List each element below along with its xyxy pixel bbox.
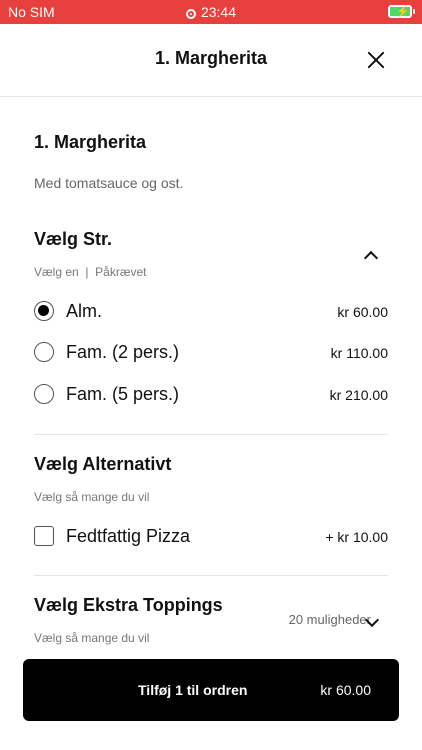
option-label: Fam. (2 pers.) <box>66 342 180 362</box>
option-price: kr 210.00 <box>329 387 388 403</box>
alternative-option-fedtfattig[interactable]: Fedtfattig Pizza + kr 10.00 <box>34 523 388 551</box>
size-section-title: Vælg Str. <box>34 229 113 249</box>
option-price: kr 110.00 <box>330 345 388 361</box>
section-divider <box>34 575 388 576</box>
toppings-count: 20 muligheder <box>288 612 371 627</box>
checkbox-unchecked[interactable] <box>34 526 54 546</box>
radio-selected[interactable] <box>34 301 54 321</box>
toppings-section-meta: Vælg så mange du vil <box>34 631 150 645</box>
add-to-order-price: kr 60.00 <box>320 682 371 698</box>
radio-unselected[interactable] <box>34 384 54 404</box>
modal-header: 1. Margherita <box>0 24 422 97</box>
radio-unselected[interactable] <box>34 342 54 362</box>
size-section-meta: Vælg en | Påkrævet <box>34 265 147 279</box>
option-label: Fam. (5 pers.) <box>66 384 180 404</box>
size-option-alm[interactable]: Alm. kr 60.00 <box>34 298 388 326</box>
item-title: 1. Margherita <box>34 132 147 152</box>
alternative-section-meta: Vælg så mange du vil <box>34 490 150 504</box>
option-price: + kr 10.00 <box>325 529 388 545</box>
option-price: kr 60.00 <box>337 304 388 320</box>
add-to-order-label: Tilføj 1 til ordren <box>138 682 248 698</box>
screen-recording-icon <box>185 9 196 19</box>
status-time: 23:44 <box>200 4 237 20</box>
modal-title: 1. Margherita <box>154 48 268 68</box>
add-to-order-button[interactable]: Tilføj 1 til ordren kr 60.00 <box>23 659 399 721</box>
chevron-up-icon[interactable] <box>363 250 379 266</box>
section-divider <box>34 434 388 435</box>
option-label: Fedtfattig Pizza <box>66 526 191 546</box>
size-option-fam-5[interactable]: Fam. (5 pers.) kr 210.00 <box>34 381 388 409</box>
close-icon[interactable] <box>366 50 386 70</box>
item-description: Med tomatsauce og ost. <box>34 175 184 191</box>
size-option-fam-2[interactable]: Fam. (2 pers.) kr 110.00 <box>34 339 388 367</box>
option-label: Alm. <box>66 301 102 321</box>
toppings-section-title: Vælg Ekstra Toppings <box>34 595 223 615</box>
status-bar: No SIM 23:44 ⚡ <box>0 0 422 24</box>
alternative-section-title: Vælg Alternativt <box>34 454 172 474</box>
status-time-group: 23:44 <box>0 4 422 20</box>
battery-charging-icon: ⚡ <box>388 5 415 18</box>
